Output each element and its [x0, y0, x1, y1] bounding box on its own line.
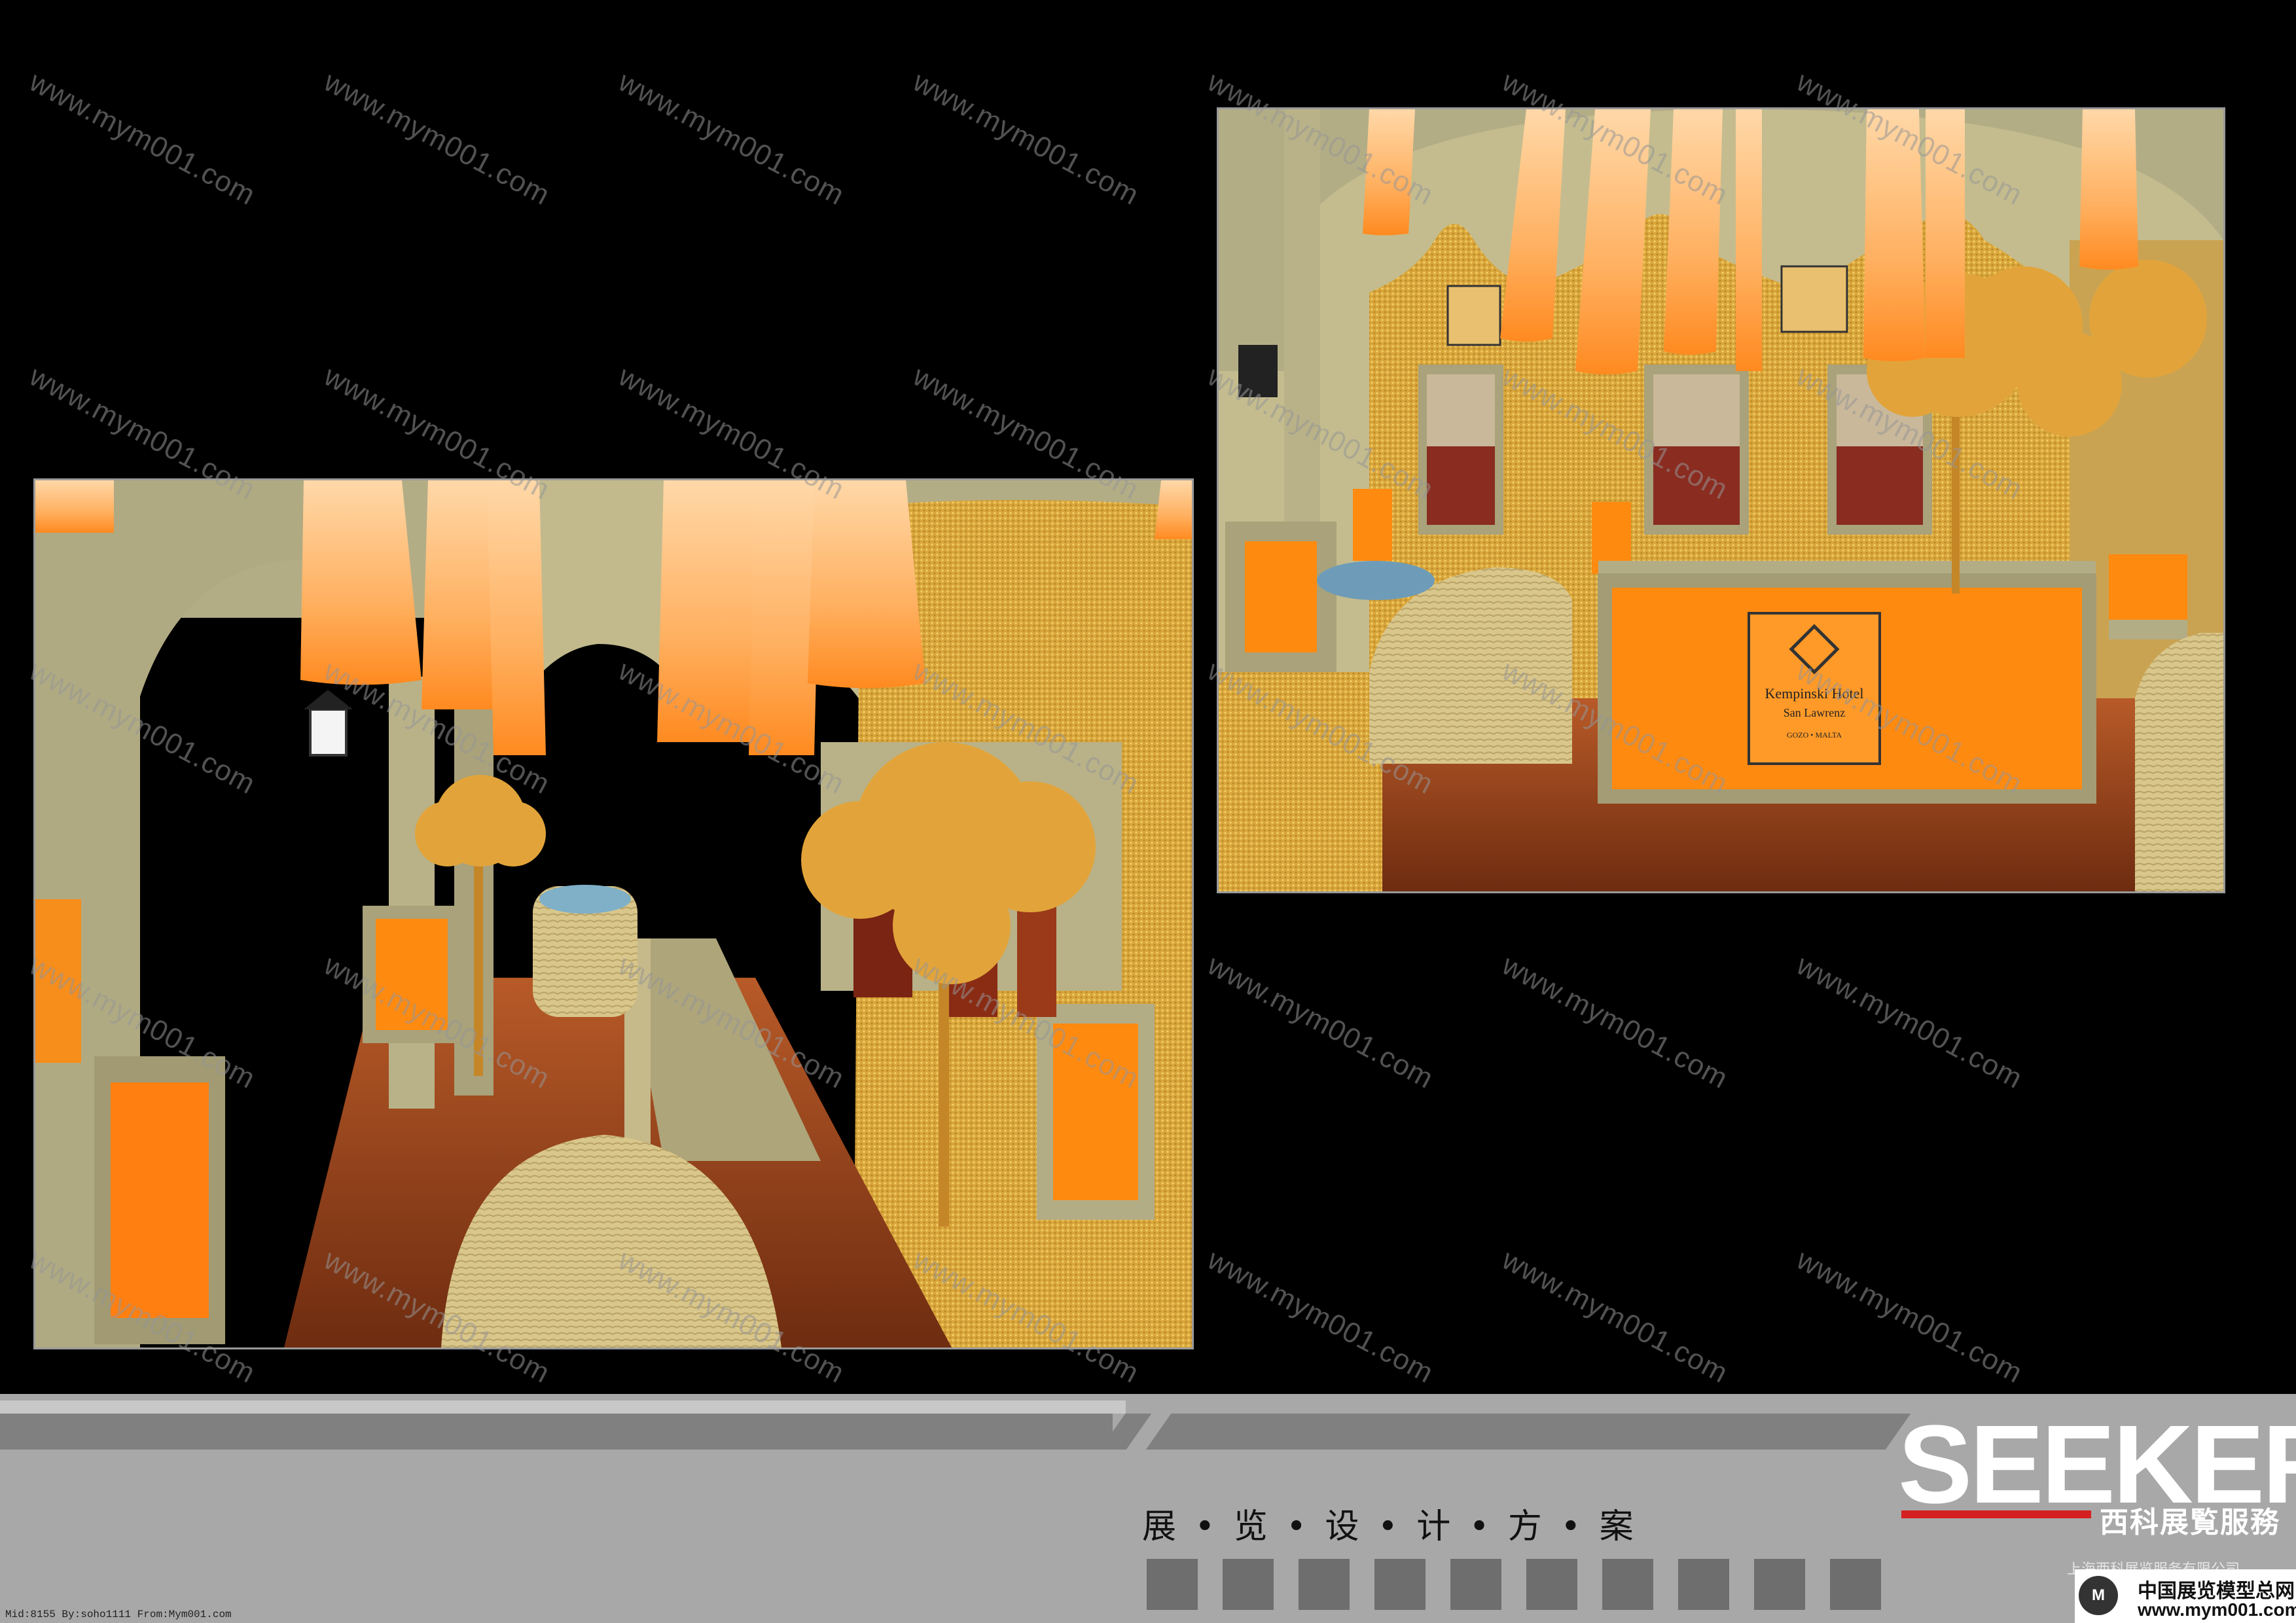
counter-brand-line3: GOZO • MALTA	[1787, 730, 1842, 740]
square-block	[1223, 1559, 1274, 1610]
watermark: www.mym001.com	[613, 65, 850, 212]
slogan-text: 展 • 览 • 设 • 计 • 方 • 案	[1142, 1507, 1638, 1546]
site-badge[interactable]: M 中国展览模型总网 www.mym001.com	[2075, 1569, 2296, 1623]
watermark: www.mym001.com	[907, 65, 1145, 212]
watermark: www.mym001.com	[24, 65, 261, 212]
square-block	[1602, 1559, 1653, 1610]
watermark: www.mym001.com	[1791, 1243, 2028, 1390]
footer-stripe-right	[1145, 1414, 1911, 1450]
site-url[interactable]: www.mym001.com	[2138, 1599, 2296, 1620]
footer-stripe-light	[0, 1400, 1126, 1414]
watermark: www.mym001.com	[1202, 1243, 1439, 1390]
brand-underline	[1901, 1510, 2091, 1518]
footer-stripe-left	[0, 1414, 1113, 1450]
booth-render-aisle-view	[33, 478, 1194, 1349]
watermark: www.mym001.com	[1202, 949, 1439, 1096]
brand-chinese-name: 西科展覧服務	[2100, 1506, 2280, 1539]
bed-photo-icon	[1418, 365, 1932, 535]
front-scene: Kempinski Hotel San Lawrenz GOZO • MALTA	[1219, 109, 2223, 891]
square-block	[1526, 1559, 1577, 1610]
image-id-text: Mid:8155 By:soho1111 From:Mym001.com	[5, 1609, 232, 1620]
site-logo-icon: M	[2079, 1576, 2118, 1615]
square-block	[1147, 1559, 1198, 1610]
square-block	[1830, 1559, 1881, 1610]
square-row	[1147, 1559, 1881, 1610]
counter-brand-line1: Kempinski Hotel	[1765, 685, 1864, 702]
booth-render-front-view: Kempinski Hotel San Lawrenz GOZO • MALTA	[1217, 107, 2225, 893]
square-block	[1754, 1559, 1805, 1610]
square-block	[1374, 1559, 1426, 1610]
square-block	[1450, 1559, 1501, 1610]
square-block	[1678, 1559, 1729, 1610]
square-block	[1299, 1559, 1350, 1610]
watermark: www.mym001.com	[1496, 949, 1734, 1096]
counter-brand-line2: San Lawrenz	[1784, 706, 1845, 719]
watermark: www.mym001.com	[1791, 949, 2028, 1096]
watermark: www.mym001.com	[318, 65, 556, 212]
watermark: www.mym001.com	[1496, 1243, 1734, 1390]
aisle-scene	[35, 480, 1192, 1347]
